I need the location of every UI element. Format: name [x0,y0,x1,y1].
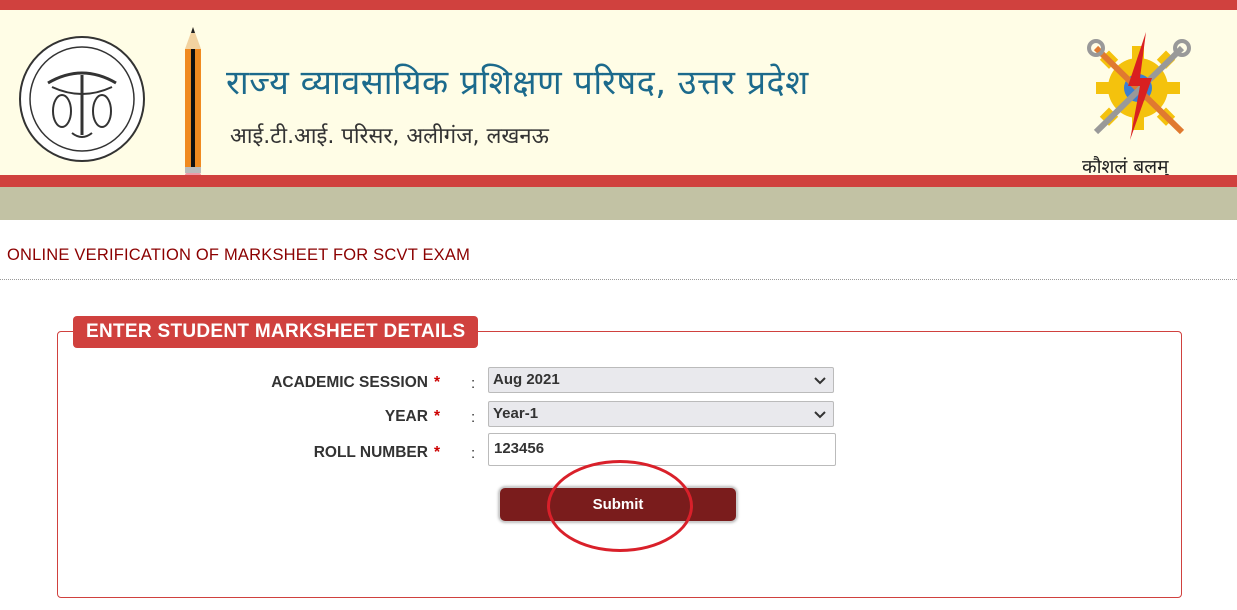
year-label: YEAR * [384,408,440,425]
academic-session-select[interactable]: Aug 2021 [488,367,834,393]
top-accent-bar [0,0,1237,10]
separator: : [471,375,476,392]
separator: : [471,445,476,462]
organization-title: राज्य व्यावसायिक प्रशिक्षण परिषद, उत्तर … [226,63,809,103]
divider [0,279,1237,280]
separator: : [471,409,476,426]
submit-button[interactable]: Submit [499,487,737,522]
academic-session-value: Aug 2021 [493,371,560,388]
gear-tools-logo-icon [1087,32,1191,140]
required-mark: * [433,408,440,425]
form-legend: ENTER STUDENT MARKSHEET DETAILS [73,316,479,348]
year-select[interactable]: Year-1 [488,401,834,427]
year-value: Year-1 [493,405,539,422]
header-red-bar [0,175,1237,187]
required-mark: * [433,374,440,391]
chevron-down-icon [814,377,826,385]
required-mark: * [433,444,440,461]
up-government-emblem-icon [19,36,145,162]
organization-address: आई.टी.आई. परिसर, अलीगंज, लखनऊ [230,124,549,149]
academic-session-label: ACADEMIC SESSION * [271,374,440,391]
roll-number-input[interactable]: 123456 [488,433,836,466]
roll-number-label: ROLL NUMBER * [313,444,440,461]
chevron-down-icon [814,411,826,419]
nav-bar [0,187,1237,220]
pencil-icon [185,27,201,182]
page-title: ONLINE VERIFICATION OF MARKSHEET FOR SCV… [7,246,471,264]
site-header: राज्य व्यावसायिक प्रशिक्षण परिषद, उत्तर … [0,10,1237,182]
